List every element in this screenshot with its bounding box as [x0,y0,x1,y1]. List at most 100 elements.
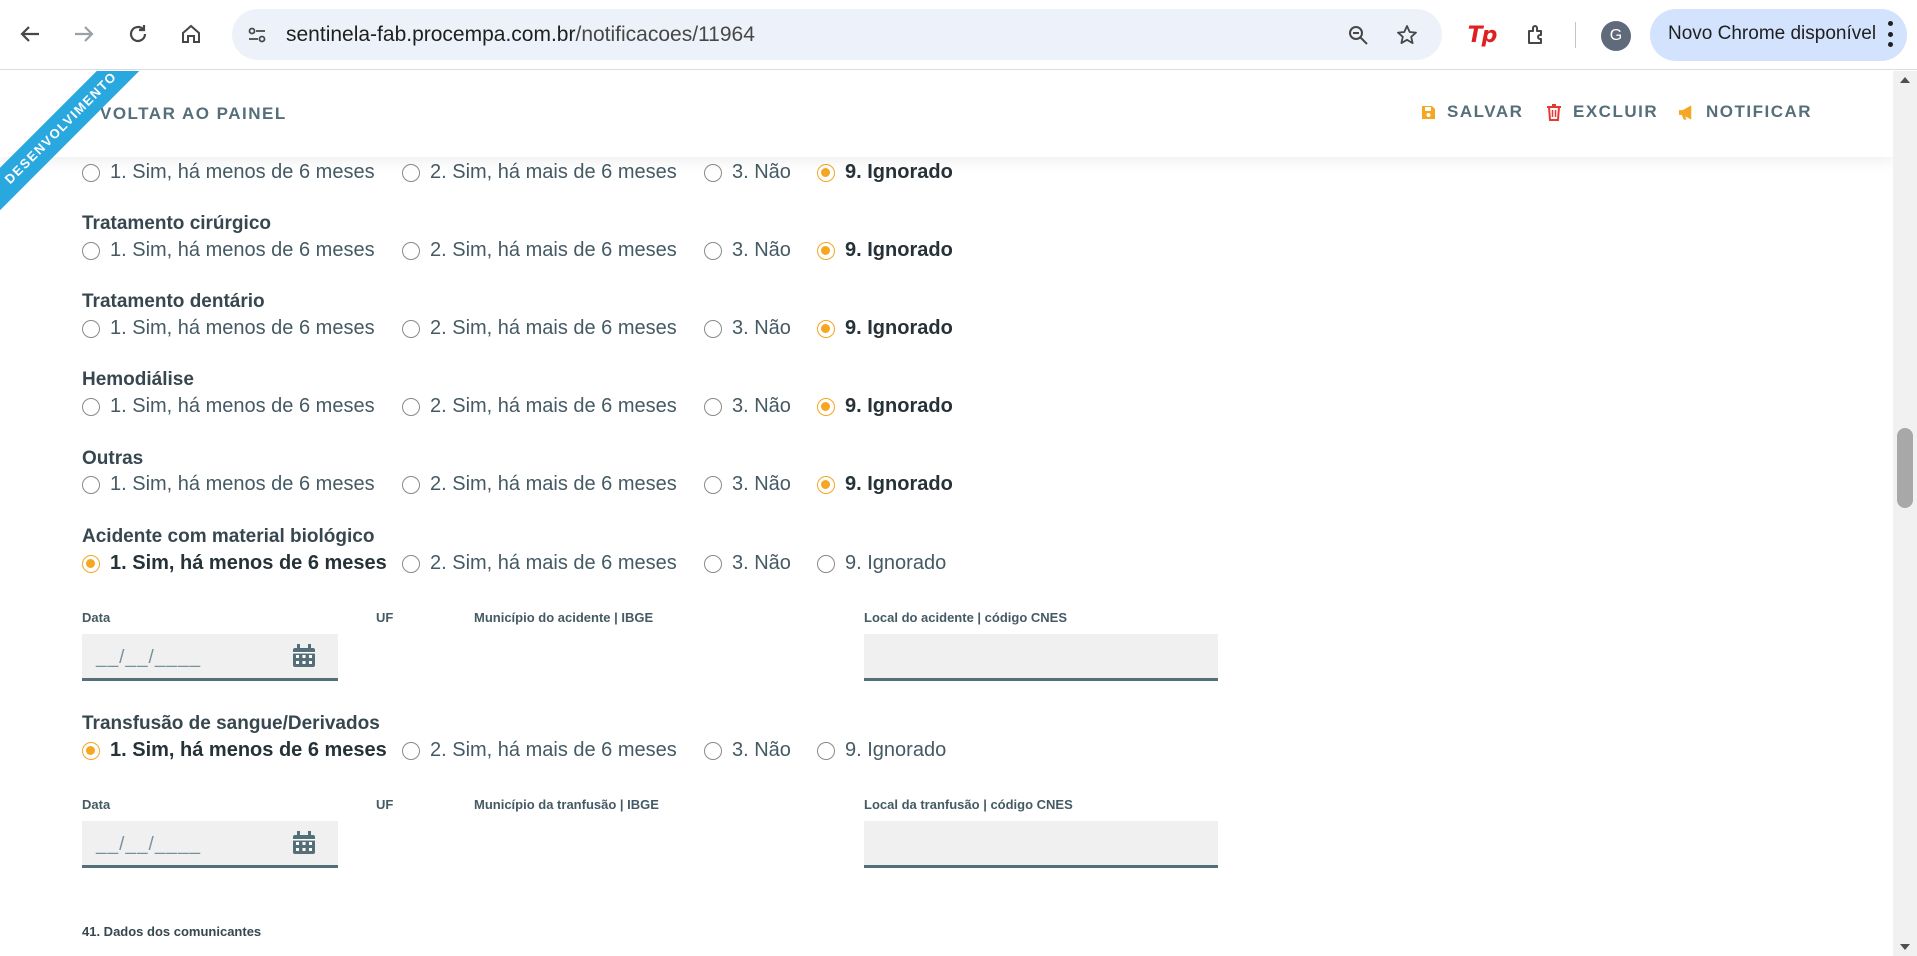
radio-button[interactable] [82,741,100,760]
url-path: /notificacoes/11964 [575,23,755,46]
radio-button[interactable] [817,475,835,494]
radio-button[interactable] [704,554,722,573]
reload-icon[interactable] [120,16,156,52]
radio-option-3[interactable]: 3. Não [704,739,791,762]
radio-button[interactable] [704,741,722,760]
radio-option-label: 3. Não [732,239,791,261]
radio-button[interactable] [704,319,722,338]
radio-option-label: 3. Não [732,473,791,495]
forward-arrow-icon[interactable] [66,16,102,52]
question-label: Tratamento cirúrgico [82,213,271,234]
radio-option-3[interactable]: 3. Não [704,473,791,496]
radio-button[interactable] [704,241,722,260]
radio-button[interactable] [817,554,835,573]
radio-button[interactable] [82,241,100,260]
radio-option-9[interactable]: 9. Ignorado [817,317,953,340]
section-title-comunicantes: 41. Dados dos comunicantes [82,924,262,939]
url-host: sentinela-fab.procempa.com.br [286,23,576,46]
calendar-icon[interactable] [292,644,316,668]
radio-button[interactable] [817,163,835,182]
radio-option-3[interactable]: 3. Não [704,317,791,340]
radio-option-9[interactable]: 9. Ignorado [817,739,946,762]
radio-option-9[interactable]: 9. Ignorado [817,239,953,262]
radio-button[interactable] [704,475,722,494]
radio-option-3[interactable]: 3. Não [704,552,791,575]
radio-button[interactable] [402,397,420,416]
transfusion-date-value: __/__/____ [96,834,202,855]
radio-option-9[interactable]: 9. Ignorado [817,161,953,184]
radio-button[interactable] [82,554,100,573]
accident-date-value: __/__/____ [96,647,202,668]
bookmark-star-icon[interactable] [1395,23,1419,47]
page-scrollbar[interactable] [1893,71,1917,956]
radio-option-9[interactable]: 9. Ignorado [817,395,953,418]
calendar-icon[interactable] [292,831,316,855]
home-icon[interactable] [173,16,209,52]
radio-option-2[interactable]: 2. Sim, há mais de 6 meses [402,161,677,184]
radio-button[interactable] [402,319,420,338]
tp-extension-icon[interactable]: Tp [1465,18,1499,52]
transfusion-date-input[interactable]: __/__/____ [82,821,338,868]
radio-option-1[interactable]: 1. Sim, há menos de 6 meses [82,552,387,575]
radio-button[interactable] [817,741,835,760]
radio-option-label: 1. Sim, há menos de 6 meses [110,552,387,574]
radio-option-2[interactable]: 2. Sim, há mais de 6 meses [402,317,677,340]
delete-button[interactable]: EXCLUIR [1545,102,1658,122]
scroll-up-arrow-icon[interactable] [1900,77,1910,83]
radio-option-1[interactable]: 1. Sim, há menos de 6 meses [82,473,375,496]
radio-button[interactable] [402,554,420,573]
radio-option-2[interactable]: 2. Sim, há mais de 6 meses [402,739,677,762]
radio-option-9[interactable]: 9. Ignorado [817,473,953,496]
accident-municipio-label: Município do acidente | IBGE [474,610,654,625]
save-button[interactable]: SALVAR [1419,102,1523,122]
radio-option-1[interactable]: 1. Sim, há menos de 6 meses [82,239,375,262]
radio-option-1[interactable]: 1. Sim, há menos de 6 meses [82,317,375,340]
radio-option-label: 3. Não [732,395,791,417]
transfusion-local-input[interactable] [864,821,1218,868]
radio-button[interactable] [402,475,420,494]
notify-label: NOTIFICAR [1706,102,1813,121]
radio-button[interactable] [817,241,835,260]
radio-button[interactable] [402,241,420,260]
address-bar[interactable]: sentinela-fab.procempa.com.br/notificaco… [232,9,1442,60]
chrome-update-button[interactable]: Novo Chrome disponível [1650,9,1907,61]
radio-button[interactable] [817,397,835,416]
accident-date-input[interactable]: __/__/____ [82,634,338,681]
extensions-puzzle-icon[interactable] [1520,18,1554,52]
radio-button[interactable] [82,319,100,338]
radio-option-2[interactable]: 2. Sim, há mais de 6 meses [402,473,677,496]
radio-option-3[interactable]: 3. Não [704,239,791,262]
transfusion-date-label: Data [82,797,111,812]
transfusion-uf-label: UF [376,797,394,812]
profile-avatar[interactable]: G [1601,21,1631,51]
radio-button[interactable] [704,163,722,182]
radio-option-2[interactable]: 2. Sim, há mais de 6 meses [402,395,677,418]
radio-option-2[interactable]: 2. Sim, há mais de 6 meses [402,552,677,575]
radio-option-1[interactable]: 1. Sim, há menos de 6 meses [82,395,375,418]
radio-option-label: 2. Sim, há mais de 6 meses [430,473,677,495]
radio-button[interactable] [82,397,100,416]
site-info-icon[interactable] [245,23,269,47]
menu-dots-icon[interactable] [1887,21,1893,47]
radio-button[interactable] [704,397,722,416]
ribbon-label: DESENVOLVIMENTO [0,71,140,211]
notify-button[interactable]: NOTIFICAR [1678,102,1812,122]
radio-option-3[interactable]: 3. Não [704,161,791,184]
url-text[interactable]: sentinela-fab.procempa.com.br/notificaco… [286,23,755,47]
scroll-down-arrow-icon[interactable] [1900,944,1910,950]
accident-date-label: Data [82,610,111,625]
radio-option-1[interactable]: 1. Sim, há menos de 6 meses [82,739,387,762]
radio-option-2[interactable]: 2. Sim, há mais de 6 meses [402,239,677,262]
radio-button[interactable] [402,163,420,182]
radio-option-3[interactable]: 3. Não [704,395,791,418]
radio-button[interactable] [402,741,420,760]
accident-local-input[interactable] [864,634,1218,681]
radio-button[interactable] [82,475,100,494]
update-label: Novo Chrome disponível [1668,23,1877,44]
back-arrow-icon[interactable] [12,16,48,52]
trash-icon [1545,103,1563,121]
zoom-icon[interactable] [1346,23,1370,47]
radio-button[interactable] [817,319,835,338]
radio-option-9[interactable]: 9. Ignorado [817,552,946,575]
scroll-thumb[interactable] [1897,428,1913,508]
